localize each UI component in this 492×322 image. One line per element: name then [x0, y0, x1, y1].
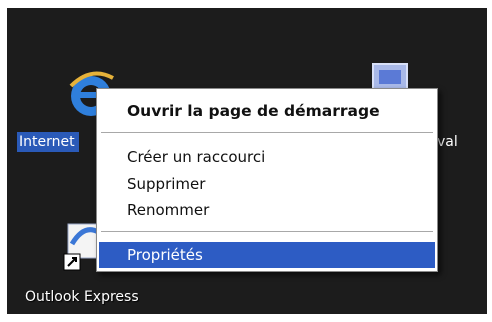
outlook-express-icon-label[interactable]: Outlook Express: [25, 287, 139, 307]
menu-item-properties[interactable]: Propriétés: [99, 242, 435, 268]
menu-item-rename[interactable]: Renommer: [99, 197, 435, 223]
computer-icon-label-fragment[interactable]: val: [437, 132, 458, 152]
menu-separator: [101, 132, 433, 133]
screenshot-frame: Internet val Outlook Express Ouvrir la p…: [0, 0, 492, 322]
desktop: Internet val Outlook Express Ouvrir la p…: [7, 8, 487, 314]
menu-item-create-shortcut[interactable]: Créer un raccourci: [99, 144, 435, 170]
context-menu: Ouvrir la page de démarrage Créer un rac…: [96, 88, 438, 272]
menu-item-delete[interactable]: Supprimer: [99, 171, 435, 197]
menu-item-open-home-page[interactable]: Ouvrir la page de démarrage: [99, 98, 435, 124]
internet-icon-label[interactable]: Internet: [17, 132, 79, 152]
menu-separator: [101, 231, 433, 232]
